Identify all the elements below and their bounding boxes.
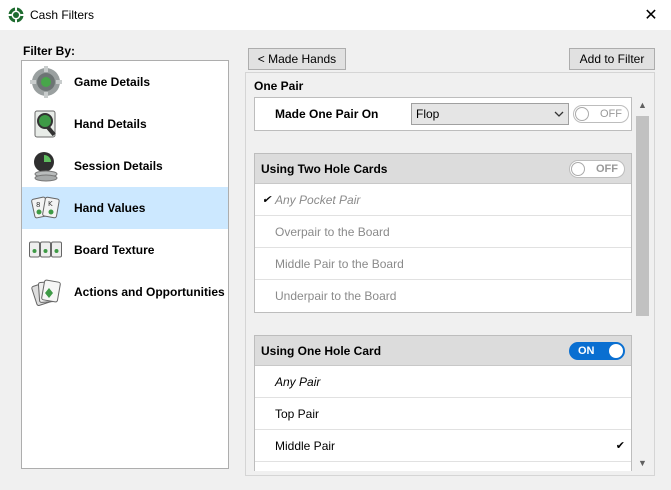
sidebar-item-session-details[interactable]: Session Details bbox=[22, 145, 228, 187]
poker-chip-icon bbox=[8, 7, 24, 23]
list-item-any-pocket-pair[interactable]: ✔ Any Pocket Pair bbox=[255, 184, 631, 216]
gear-chip-icon bbox=[29, 65, 63, 99]
svg-text:K: K bbox=[48, 200, 53, 208]
cards-icon: 8 K bbox=[29, 191, 63, 225]
vertical-scrollbar[interactable]: ▲ ▼ bbox=[634, 97, 651, 471]
title-bar: Cash Filters ✕ bbox=[0, 0, 671, 30]
list-item-partial bbox=[255, 462, 631, 471]
list-item-label: Top Pair bbox=[275, 406, 320, 421]
list-item-any-pair[interactable]: Any Pair bbox=[255, 366, 631, 398]
sidebar-item-board-texture[interactable]: Board Texture bbox=[22, 229, 228, 271]
two-hole-cards-toggle[interactable]: OFF bbox=[569, 159, 625, 178]
made-on-label: Made One Pair On bbox=[275, 107, 379, 121]
made-hands-back-button[interactable]: < Made Hands bbox=[248, 48, 346, 70]
section-title: One Pair bbox=[254, 79, 304, 93]
street-select-value: Flop bbox=[416, 107, 440, 121]
list-item-top-pair[interactable]: Top Pair bbox=[255, 398, 631, 430]
toggle-state: OFF bbox=[596, 162, 618, 175]
sidebar-item-hand-details[interactable]: Hand Details bbox=[22, 103, 228, 145]
filter-by-heading: Filter By: bbox=[23, 44, 76, 58]
list-item-label: Overpair to the Board bbox=[275, 224, 390, 239]
sidebar-item-label: Hand Details bbox=[74, 117, 147, 131]
list-item-label: Middle Pair bbox=[275, 438, 336, 453]
chevron-down-icon bbox=[554, 111, 564, 117]
toggle-state: OFF bbox=[600, 108, 622, 120]
toggle-knob bbox=[571, 161, 585, 176]
made-on-toggle[interactable]: OFF bbox=[573, 105, 629, 123]
made-on-row: Made One Pair On Flop OFF bbox=[254, 97, 632, 131]
list-item-label: Underpair to the Board bbox=[275, 289, 397, 303]
toggle-state: ON bbox=[578, 344, 595, 357]
one-hole-card-header: Using One Hole Card ON bbox=[255, 336, 631, 366]
svg-text:8: 8 bbox=[36, 201, 40, 209]
list-item-underpair[interactable]: Underpair to the Board bbox=[255, 280, 631, 312]
add-to-filter-button[interactable]: Add to Filter bbox=[569, 48, 655, 70]
list-item-middle-pair-board[interactable]: Middle Pair to the Board bbox=[255, 248, 631, 280]
two-hole-cards-header: Using Two Hole Cards OFF bbox=[255, 154, 631, 184]
list-item-label: Any Pocket Pair bbox=[275, 192, 361, 207]
scroll-up-arrow-icon[interactable]: ▲ bbox=[634, 97, 651, 113]
toggle-knob bbox=[609, 343, 623, 358]
sidebar-item-hand-values[interactable]: 8 K Hand Values bbox=[22, 187, 228, 229]
scroll-down-arrow-icon[interactable]: ▼ bbox=[634, 455, 651, 471]
list-item-label: Any Pair bbox=[275, 374, 321, 389]
list-item-label: Middle Pair to the Board bbox=[275, 256, 404, 271]
sidebar-item-label: Session Details bbox=[74, 159, 163, 173]
street-select[interactable]: Flop bbox=[411, 103, 569, 125]
checkmark-icon: ✔ bbox=[615, 440, 625, 452]
stacked-cards-icon bbox=[29, 275, 63, 309]
one-hole-card-toggle[interactable]: ON bbox=[569, 341, 625, 360]
group-title: Using One Hole Card bbox=[261, 343, 382, 358]
sidebar-item-label: Actions and Opportunities bbox=[74, 285, 225, 299]
sidebar-item-label: Hand Values bbox=[74, 201, 146, 215]
board-cards-icon bbox=[29, 233, 63, 267]
close-button[interactable]: ✕ bbox=[641, 5, 661, 25]
close-icon: ✕ bbox=[644, 7, 658, 24]
sidebar-item-actions-opportunities[interactable]: Actions and Opportunities bbox=[22, 271, 228, 313]
checkmark-icon: ✔ bbox=[262, 194, 272, 206]
magnifier-card-icon bbox=[29, 107, 63, 141]
one-hole-card-group: Using One Hole Card ON Any Pair Top Pair… bbox=[254, 335, 632, 471]
sidebar-item-game-details[interactable]: Game Details bbox=[22, 61, 228, 103]
list-item-overpair[interactable]: Overpair to the Board bbox=[255, 216, 631, 248]
clock-chips-icon bbox=[29, 149, 63, 183]
sidebar-item-label: Game Details bbox=[74, 75, 151, 89]
filter-sidebar: Game Details Hand Details Session Detail… bbox=[21, 60, 229, 469]
toggle-knob bbox=[575, 107, 589, 121]
two-hole-cards-group: Using Two Hole Cards OFF ✔ Any Pocket Pa… bbox=[254, 153, 632, 313]
window-title: Cash Filters bbox=[30, 8, 95, 22]
list-item-middle-pair[interactable]: Middle Pair ✔ bbox=[255, 430, 631, 462]
scrollbar-thumb[interactable] bbox=[636, 116, 649, 316]
sidebar-item-label: Board Texture bbox=[74, 243, 155, 257]
group-title: Using Two Hole Cards bbox=[261, 161, 388, 176]
